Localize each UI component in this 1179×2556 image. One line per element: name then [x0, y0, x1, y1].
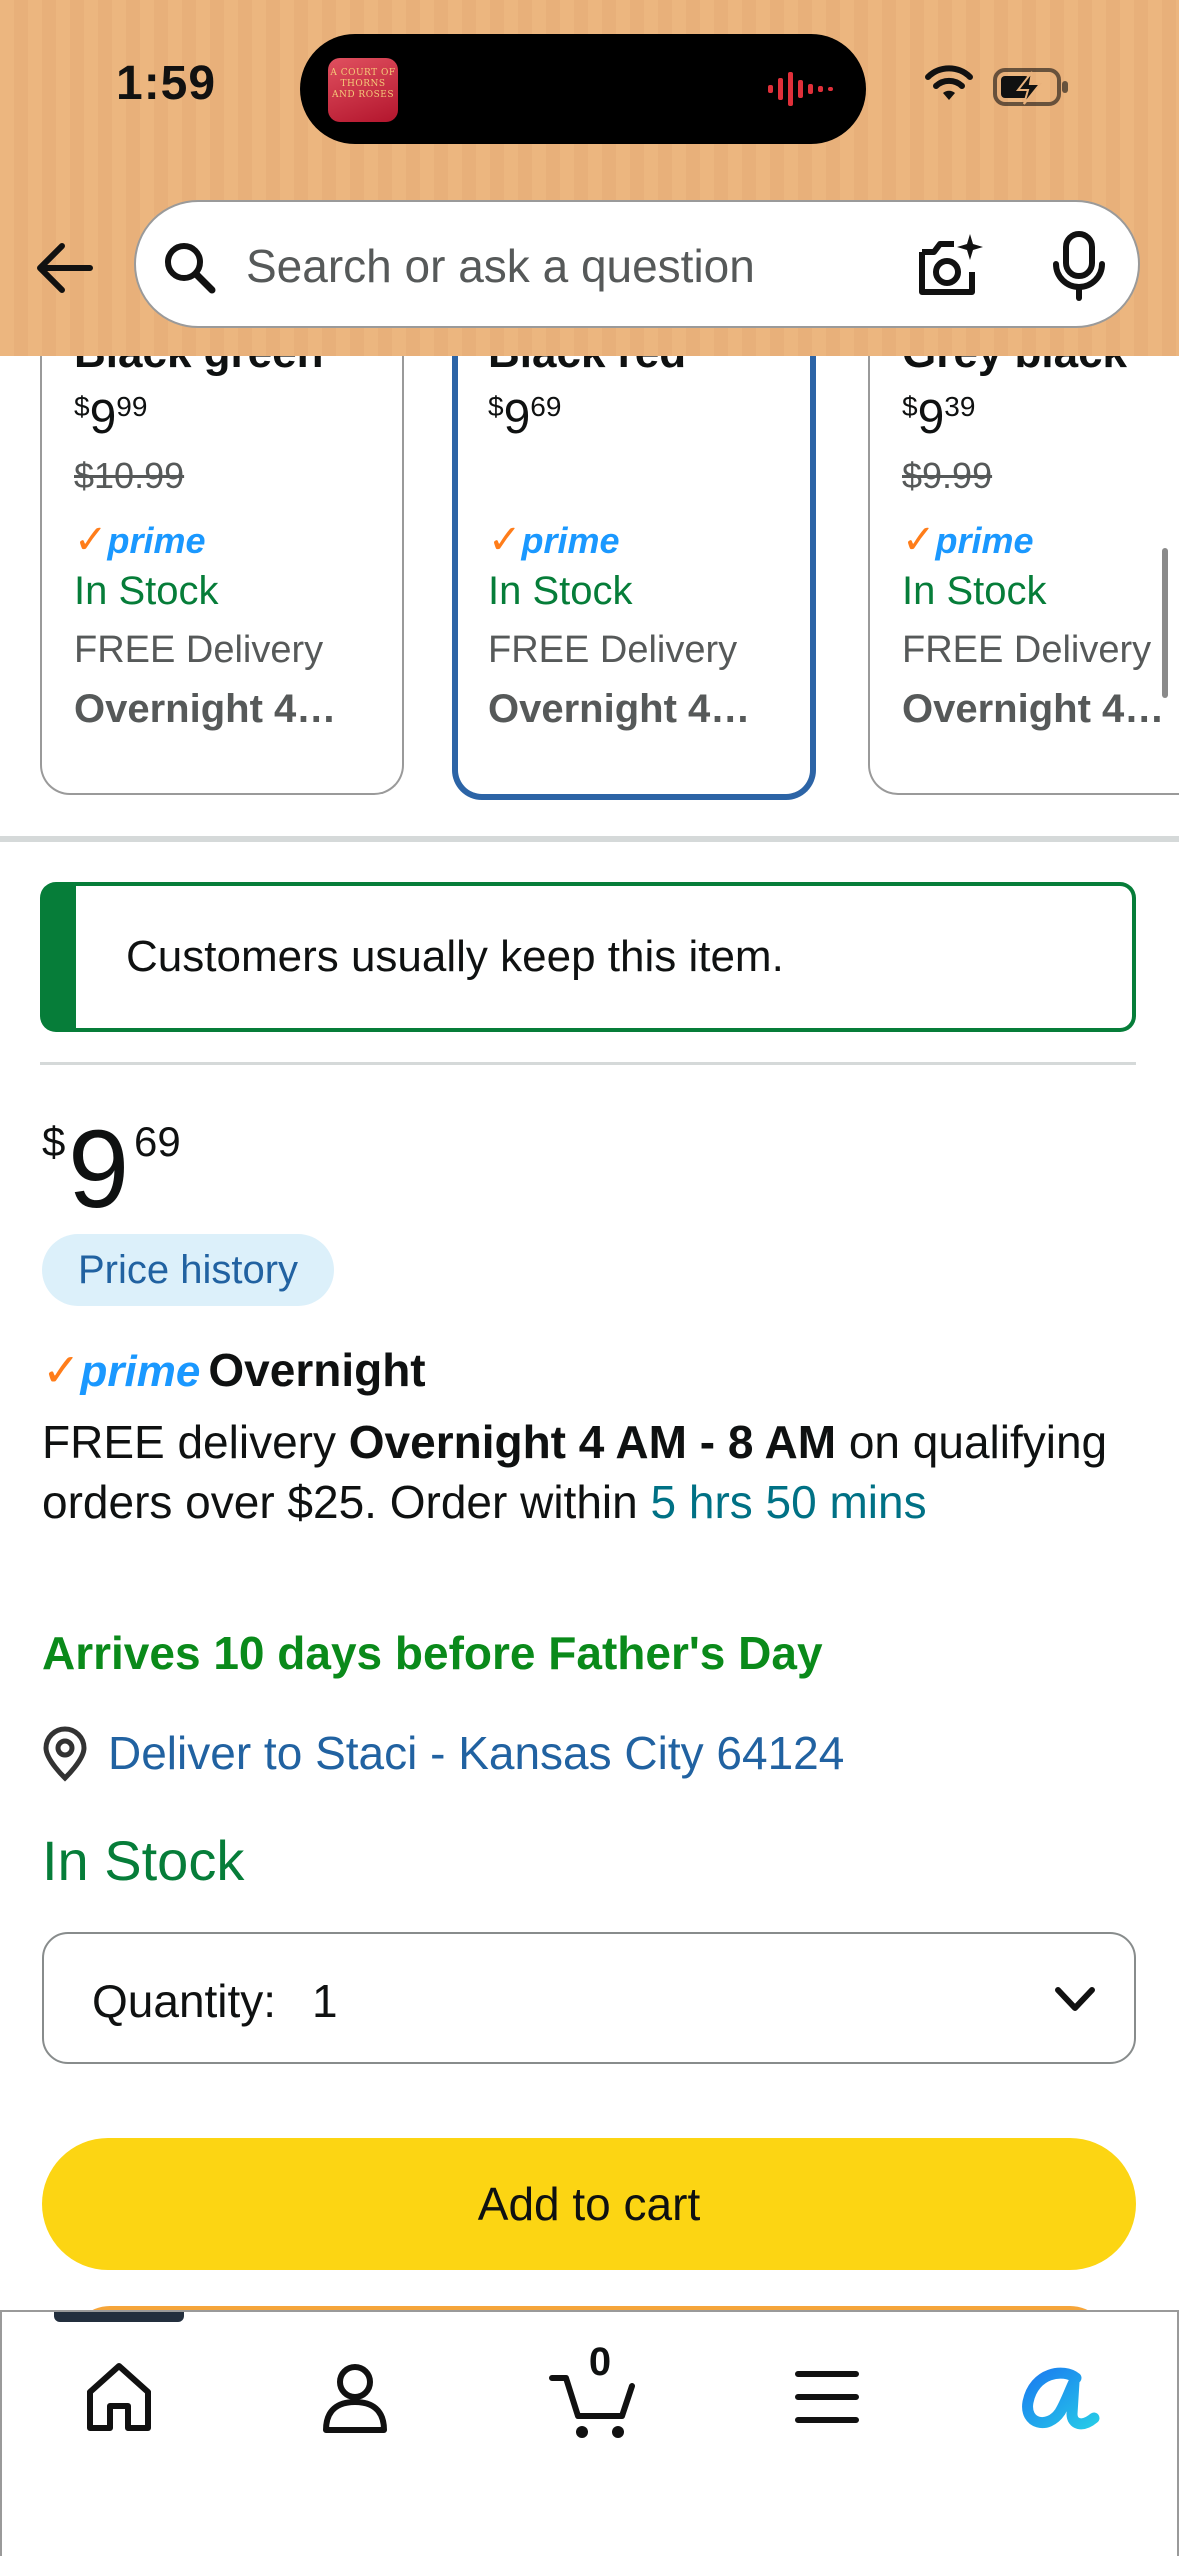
prime-check-icon: ✓ [42, 1344, 81, 1396]
variant-stock-status: In Stock [488, 569, 633, 613]
location-pin-icon [43, 1726, 87, 1782]
delivery-message: FREE delivery Overnight 4 AM - 8 AM on q… [42, 1416, 1108, 1528]
price-whole: 9 [68, 1108, 130, 1231]
variant-delivery-detail: Overnight 4… [74, 687, 337, 731]
quantity-value: 1 [312, 1975, 338, 2027]
rufus-assistant-icon[interactable] [1014, 2352, 1104, 2442]
account-icon[interactable] [310, 2352, 400, 2442]
variant-list-price: $9.99 [902, 455, 993, 496]
search-bar[interactable] [134, 200, 1140, 328]
add-to-cart-button[interactable]: Add to cart [42, 2138, 1136, 2270]
menu-icon[interactable] [782, 2352, 872, 2442]
cart-count-badge: 0 [588, 2340, 612, 2384]
prime-service: Overnight [208, 1344, 426, 1396]
header: 1:59 A COURT OF THORNS AND ROSES [0, 0, 1179, 356]
now-playing-artwork: A COURT OF THORNS AND ROSES [328, 58, 398, 122]
variant-price: $939 [902, 391, 976, 444]
variant-list-price: $10.99 [74, 455, 185, 496]
variant-delivery: FREE Delivery [488, 629, 738, 671]
dynamic-island[interactable]: A COURT OF THORNS AND ROSES [300, 34, 866, 144]
availability-status: In Stock [42, 1829, 245, 1892]
keep-item-text: Customers usually keep this item. [126, 932, 784, 981]
section-divider [0, 836, 1179, 842]
home-icon[interactable] [74, 2352, 164, 2442]
divider [40, 1062, 1136, 1065]
search-input[interactable] [246, 230, 886, 302]
variant-delivery: FREE Delivery [74, 629, 324, 671]
scrollbar[interactable] [1162, 548, 1168, 698]
variant-card-black-green[interactable]: Black green $999 $10.99 ✓prime In Stock … [40, 300, 404, 795]
order-countdown: 5 hrs 50 mins [650, 1476, 927, 1528]
search-icon [165, 243, 216, 294]
prime-overnight-badge: ✓prime Overnight [42, 1340, 426, 1400]
variant-card-grey-black[interactable]: Grey black $939 $9.99 ✓prime In Stock FR… [868, 300, 1179, 795]
active-tab-indicator [54, 2312, 184, 2322]
prime-check-icon: ✓ [488, 517, 522, 562]
quantity-label: Quantity: [92, 1975, 277, 2027]
prime-check-icon: ✓ [902, 517, 936, 562]
battery-charging-icon [993, 68, 1068, 106]
arrival-note: Arrives 10 days before Father's Day [42, 1627, 823, 1679]
wifi-icon [925, 65, 973, 100]
audio-waveform-icon [768, 72, 833, 106]
chevron-down-icon [1055, 1987, 1095, 2011]
back-arrow-icon[interactable] [34, 238, 94, 298]
variant-delivery: FREE Delivery [902, 629, 1152, 671]
quantity-dropdown[interactable]: Quantity: 1 [42, 1932, 1136, 2064]
variant-card-black-red[interactable]: Black red $969 ✓prime In Stock FREE Deli… [452, 300, 816, 800]
deliver-to-link[interactable]: Deliver to Staci - Kansas City 64124 [108, 1726, 844, 1780]
variant-delivery-detail: Overnight 4… [902, 687, 1165, 731]
variant-carousel[interactable]: Black green $999 $10.99 ✓prime In Stock … [0, 300, 1179, 810]
prime-badge: ✓prime [74, 517, 206, 562]
status-time: 1:59 [116, 57, 217, 110]
prime-logo: prime [80, 1347, 201, 1396]
bottom-nav: 0 [0, 2310, 1179, 2556]
delivery-window: Overnight 4 AM - 8 AM [348, 1416, 837, 1468]
prime-badge: ✓prime [902, 517, 1034, 562]
variant-price: $969 [488, 391, 562, 444]
variant-stock-status: In Stock [902, 569, 1047, 613]
camera-search-icon[interactable] [914, 230, 986, 302]
prime-badge: ✓prime [488, 517, 620, 562]
keep-item-banner: Customers usually keep this item. [40, 882, 1136, 1032]
variant-price: $999 [74, 391, 148, 444]
price-symbol: $ [42, 1118, 66, 1165]
price-fraction: 69 [134, 1118, 181, 1165]
prime-check-icon: ✓ [74, 517, 108, 562]
variant-stock-status: In Stock [74, 569, 219, 613]
variant-delivery-detail: Overnight 4… [488, 687, 751, 731]
price-history-button[interactable]: Price history [42, 1234, 335, 1306]
microphone-icon[interactable] [1048, 230, 1110, 302]
